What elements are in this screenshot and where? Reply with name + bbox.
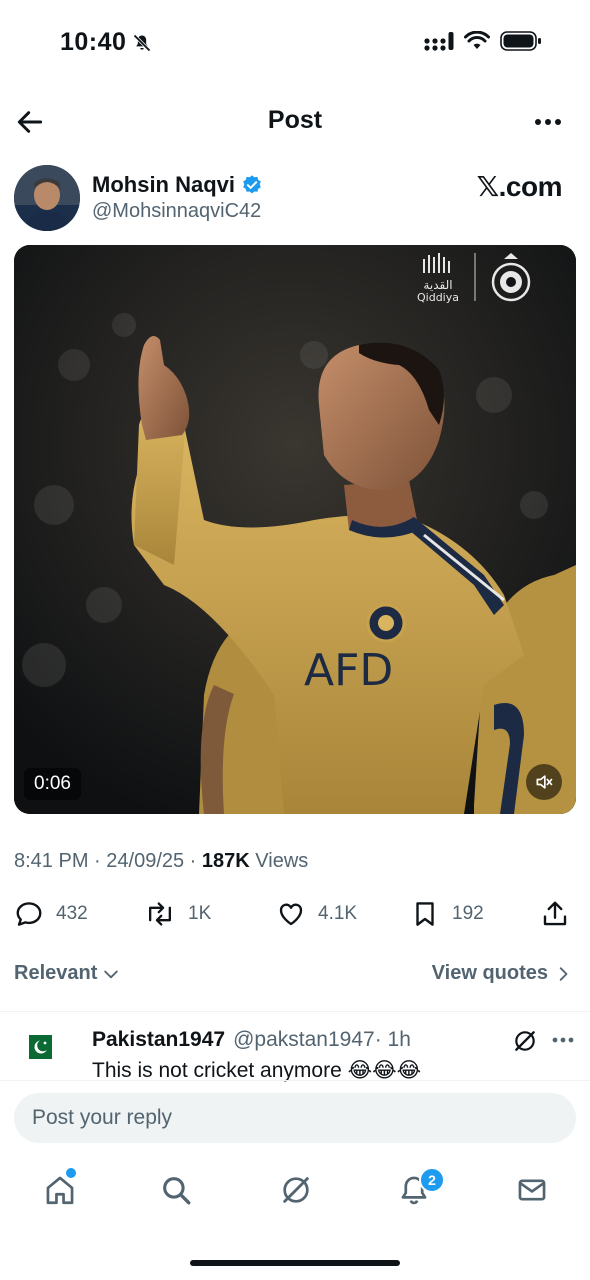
- search-icon: [163, 1177, 191, 1205]
- like-button[interactable]: 4.1K: [276, 896, 357, 932]
- video-duration: 0:06: [24, 768, 81, 800]
- home-notification-dot: [66, 1168, 76, 1178]
- bookmark-count: 192: [452, 903, 484, 924]
- author-avatar[interactable]: [14, 165, 80, 231]
- like-count: 4.1K: [318, 903, 358, 924]
- bookmark-button[interactable]: 192: [410, 896, 484, 932]
- status-indicators: [424, 30, 542, 52]
- speaker-muted-icon: [536, 775, 553, 789]
- home-indicator: [190, 1260, 400, 1266]
- reply-author-name[interactable]: Pakistan1947: [92, 1028, 225, 1052]
- divider: [0, 1011, 590, 1012]
- svg-text:Qiddiya: Qiddiya: [417, 291, 459, 304]
- reply-composer-input[interactable]: Post your reply: [14, 1093, 576, 1143]
- status-time: 10:40: [60, 28, 152, 57]
- meta-separator: ·: [184, 850, 202, 872]
- chevron-right-icon: [559, 966, 568, 981]
- post-actions: 432 1K 4.1K 192: [14, 896, 576, 936]
- more-horizontal-icon: [535, 119, 561, 125]
- author-name-text: Mohsin Naqvi: [92, 172, 236, 197]
- reply-more-button[interactable]: [550, 1030, 576, 1050]
- view-quotes-link[interactable]: View quotes: [432, 962, 572, 985]
- author-name[interactable]: Mohsin Naqvi: [92, 172, 263, 198]
- reply-handle-text: @pakstan1947: [233, 1028, 375, 1051]
- bookmark-icon: [416, 902, 434, 926]
- more-options-button[interactable]: [530, 112, 566, 132]
- verified-badge-icon: [243, 175, 261, 194]
- views-count[interactable]: 187K: [202, 850, 250, 872]
- notifications-badge: 2: [419, 1167, 445, 1193]
- share-icon: [543, 901, 567, 926]
- sort-relevant-dropdown[interactable]: Relevant: [14, 962, 121, 985]
- signal-icon: [424, 32, 454, 51]
- grok-icon: [515, 1031, 535, 1051]
- reply-grok-button[interactable]: [512, 1028, 538, 1054]
- battery-icon: [500, 31, 541, 51]
- home-icon: [46, 1176, 74, 1205]
- page-title: Post: [267, 106, 323, 134]
- silent-bell-icon: [133, 33, 152, 52]
- x-com-watermark: 𝕏.com: [476, 171, 563, 202]
- post-date: 24/09/25: [106, 850, 185, 872]
- divider: [0, 1080, 590, 1081]
- repost-count: 1K: [188, 903, 212, 924]
- reply-author-handle: @pakstan1947· 1h: [233, 1028, 411, 1052]
- repost-icon: [148, 902, 172, 926]
- views-label: Views: [249, 850, 309, 872]
- status-time-text: 10:40: [60, 28, 127, 56]
- nav-grok[interactable]: [276, 1170, 316, 1210]
- svg-text:القدية: القدية: [423, 278, 452, 292]
- chevron-down-icon: [104, 970, 119, 978]
- reply-icon: [16, 902, 42, 926]
- view-quotes-label: View quotes: [431, 962, 548, 984]
- reply-count: 432: [56, 903, 88, 924]
- reply-header: Pakistan1947 @pakstan1947· 1h: [92, 1028, 411, 1052]
- pakistan-flag-avatar[interactable]: [22, 1035, 52, 1059]
- post-time: 8:41 PM: [14, 850, 89, 872]
- reply-text: This is not cricket anymore 😂😂😂: [92, 1059, 422, 1082]
- mail-icon: [518, 1179, 546, 1201]
- nav-search[interactable]: [156, 1170, 196, 1210]
- author-handle[interactable]: @MohsinnaqviC42: [92, 200, 261, 223]
- wifi-icon: [464, 31, 490, 49]
- jersey-text: AFD: [304, 645, 393, 696]
- share-button[interactable]: [540, 896, 570, 932]
- reply-button[interactable]: 432: [14, 896, 88, 932]
- grok-icon: [283, 1177, 309, 1203]
- post-meta: 8:41 PM · 24/09/25 · 187K Views: [14, 850, 308, 873]
- reply-time: · 1h: [374, 1028, 411, 1051]
- sort-label: Relevant: [14, 962, 98, 984]
- more-horizontal-icon: [552, 1037, 574, 1043]
- mute-button[interactable]: [526, 764, 562, 800]
- meta-separator: ·: [88, 850, 107, 872]
- repost-button[interactable]: 1K: [144, 896, 211, 932]
- heart-icon: [279, 903, 303, 926]
- nav-messages[interactable]: [512, 1170, 552, 1210]
- video-player[interactable]: AFD القدية Qiddiya: [14, 245, 576, 814]
